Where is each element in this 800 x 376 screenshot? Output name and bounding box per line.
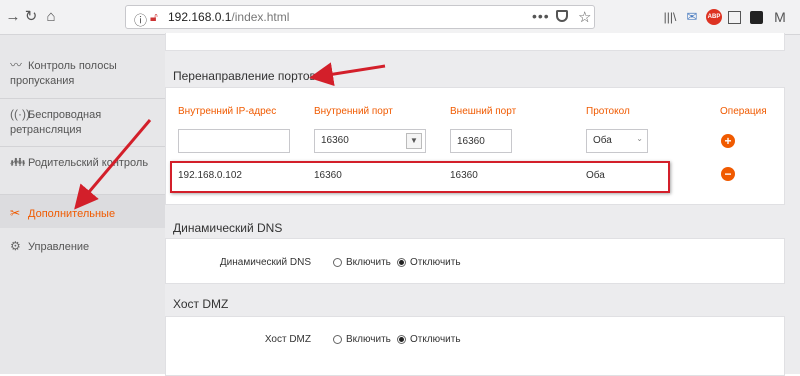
url-path: /index.html (231, 10, 290, 24)
previous-section-panel (165, 33, 785, 51)
dmz-label: Хост DMZ (264, 334, 311, 345)
info-icon[interactable]: ⓘ (134, 10, 147, 29)
sidebar-toggle-icon[interactable] (728, 11, 741, 24)
page-actions-menu-icon[interactable]: ••• (532, 8, 550, 24)
rule-external-port: 16360 (450, 170, 478, 181)
pocket-icon[interactable] (556, 10, 568, 22)
dmz-panel: Хост DMZ Включить Отключить (165, 316, 785, 376)
url-host: 192.168.0.1 (168, 10, 232, 24)
rule-internal-port: 16360 (314, 170, 342, 181)
mail-icon[interactable]: ✉ (684, 9, 700, 25)
browser-toolbar: → ↻ ⌂ ⓘ 🔓︎ 192.168.0.1/index.html ••• ☆ … (0, 0, 800, 35)
home-icon[interactable]: ⌂ (42, 8, 60, 26)
tools-icon: ✂ (10, 206, 21, 220)
dmz-disable-radio[interactable] (397, 335, 406, 344)
protocol-select[interactable]: Оба ⌄ (586, 129, 648, 153)
dmz-enable-radio[interactable] (333, 335, 342, 344)
rule-ip: 192.168.0.102 (178, 170, 242, 181)
ddns-enable-radio[interactable] (333, 258, 342, 267)
ddns-disable-radio[interactable] (397, 258, 406, 267)
column-header-ip: Внутренний IP-адрес (178, 106, 277, 117)
ddns-enable-label[interactable]: Включить (346, 257, 391, 268)
internal-ip-input[interactable] (178, 129, 290, 153)
column-header-protocol: Протокол (586, 106, 630, 117)
gmail-icon[interactable]: M (772, 9, 788, 25)
sidebar-item-advanced[interactable]: ✂ Дополнительные (0, 195, 165, 228)
external-port-input[interactable] (450, 129, 512, 153)
column-header-external-port: Внешний порт (450, 106, 517, 117)
ddns-disable-label[interactable]: Отключить (410, 257, 461, 268)
column-header-internal-port: Внутренний порт (314, 106, 393, 117)
extension-icon[interactable] (750, 11, 763, 24)
delete-rule-button[interactable]: − (721, 167, 735, 181)
insecure-lock-icon[interactable]: 🔓︎ (150, 10, 158, 25)
divider (0, 98, 165, 99)
internal-port-select[interactable]: 16360 ▼ (314, 129, 426, 153)
main-content: Перенаправление портов Внутренний IP-адр… (165, 33, 800, 376)
adblock-icon[interactable]: ABP (706, 9, 722, 25)
sidebar-item-label: Управление (28, 241, 90, 253)
sidebar-item-management[interactable]: ⚙ Управление (0, 239, 165, 255)
dmz-enable-label[interactable]: Включить (346, 334, 391, 345)
ddns-panel: Динамический DNS Включить Отключить (165, 238, 785, 284)
internal-port-value: 16360 (321, 135, 349, 146)
sidebar-item-bandwidth[interactable]: 〰 Контроль полосы пропускания (0, 58, 165, 89)
rule-protocol: Оба (586, 170, 605, 181)
port-forwarding-title: Перенаправление портов (173, 69, 316, 83)
divider (0, 146, 165, 147)
gears-icon: ⚙ (10, 239, 21, 253)
sidebar-item-parental[interactable]: 👪︎ Родительский контроль (0, 155, 165, 171)
port-forwarding-panel: Внутренний IP-адрес Внутренний порт Внеш… (165, 87, 785, 205)
dropdown-arrow-icon[interactable]: ▼ (406, 133, 422, 149)
ddns-label: Динамический DNS (219, 257, 311, 268)
reload-icon[interactable]: ↻ (22, 8, 40, 26)
dmz-title: Хост DMZ (173, 297, 229, 311)
add-rule-button[interactable]: + (721, 134, 735, 148)
dmz-disable-label[interactable]: Отключить (410, 334, 461, 345)
bookmark-star-icon[interactable]: ☆ (578, 8, 591, 26)
protocol-value: Оба (593, 135, 612, 146)
chevron-down-icon[interactable]: ⌄ (636, 134, 643, 143)
library-icon[interactable]: |||\ (662, 9, 678, 25)
forward-icon[interactable]: → (4, 8, 22, 26)
column-header-operation: Операция (720, 106, 767, 117)
address-bar[interactable]: ⓘ 🔓︎ 192.168.0.1/index.html ••• ☆ (125, 5, 595, 29)
bandwidth-icon: 〰 (10, 58, 23, 72)
wireless-icon: ((·)) (10, 107, 30, 121)
url-text: 192.168.0.1/index.html (168, 10, 289, 24)
sidebar: 〰 Контроль полосы пропускания ((·))Беспро… (0, 35, 165, 374)
sidebar-item-wireless[interactable]: ((·))Беспроводная ретрансляция (0, 107, 165, 138)
parental-icon: 👪︎ (10, 155, 26, 169)
ddns-title: Динамический DNS (173, 221, 283, 235)
sidebar-item-label: Родительский контроль (28, 157, 149, 169)
sidebar-item-label: Дополнительные (28, 208, 116, 220)
